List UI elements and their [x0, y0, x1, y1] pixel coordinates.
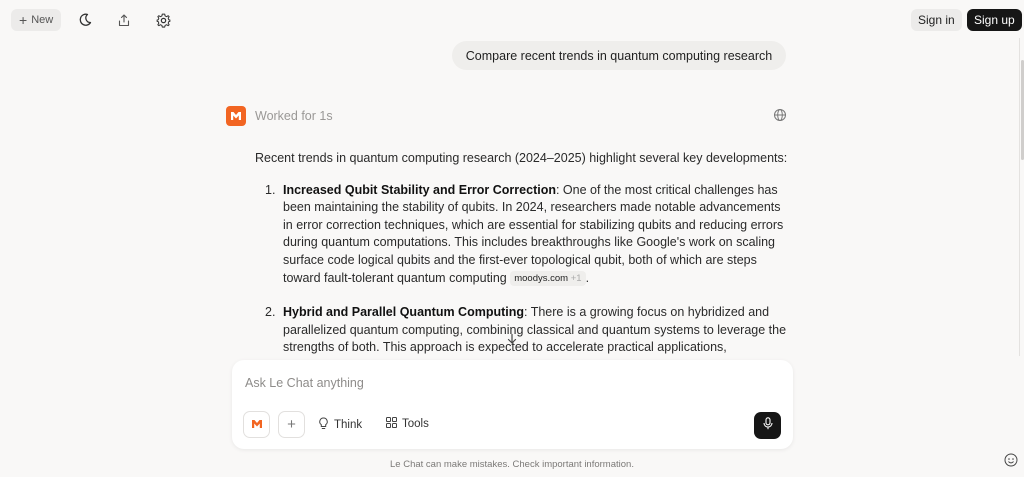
list-item-number: 2. [265, 305, 276, 320]
chat-composer: + Think Tools [232, 360, 793, 449]
mic-icon [762, 416, 773, 435]
top-bar: + New Sign in Sign up [0, 0, 1024, 40]
moon-icon[interactable] [75, 10, 95, 30]
mic-button[interactable] [754, 412, 781, 439]
list-item-tail: . [585, 270, 590, 285]
arrow-down-icon[interactable] [503, 330, 521, 348]
source-chip-label: moodys.com [514, 272, 569, 284]
tools-label: Tools [402, 418, 429, 430]
share-icon[interactable] [114, 10, 134, 30]
response-list: 1. Increased Qubit Stability and Error C… [255, 182, 788, 357]
lightbulb-icon [318, 417, 329, 433]
list-item: 2. Hybrid and Parallel Quantum Computing… [255, 304, 788, 357]
help-icon[interactable] [1004, 453, 1018, 467]
tools-grid-icon [386, 417, 397, 431]
chat-input[interactable] [245, 376, 765, 390]
sign-up-button[interactable]: Sign up [967, 9, 1022, 31]
mode-button[interactable] [243, 411, 270, 438]
plus-icon: + [19, 12, 28, 28]
plus-icon: + [287, 416, 296, 433]
new-chat-label: New [31, 14, 54, 26]
list-item-title: Hybrid and Parallel Quantum Computing [283, 305, 524, 320]
assistant-header: Worked for 1s [226, 106, 788, 126]
assistant-response: Recent trends in quantum computing resea… [255, 150, 788, 360]
gear-icon[interactable] [153, 10, 173, 30]
list-item: 1. Increased Qubit Stability and Error C… [255, 182, 788, 288]
disclaimer-text: Le Chat can make mistakes. Check importa… [390, 459, 634, 470]
list-item-body: : One of the most critical challenges ha… [283, 182, 784, 285]
sign-in-button[interactable]: Sign in [911, 9, 962, 31]
source-chip-more: +1 [570, 272, 582, 284]
brand-logo-icon [251, 416, 263, 434]
tools-button[interactable]: Tools [386, 417, 429, 431]
worked-status: Worked for 1s [255, 109, 333, 123]
attach-button[interactable]: + [278, 411, 305, 438]
response-intro: Recent trends in quantum computing resea… [255, 151, 788, 165]
new-chat-button[interactable]: + New [11, 9, 62, 31]
think-label: Think [334, 419, 363, 431]
user-message-bubble: Compare recent trends in quantum computi… [452, 41, 786, 70]
list-item-number: 1. [265, 182, 276, 197]
source-chip[interactable]: moodys.com +1 [510, 270, 586, 286]
think-button[interactable]: Think [318, 417, 362, 433]
brand-logo-icon [226, 106, 246, 126]
list-item-title: Increased Qubit Stability and Error Corr… [283, 182, 556, 197]
globe-icon[interactable] [773, 108, 787, 122]
